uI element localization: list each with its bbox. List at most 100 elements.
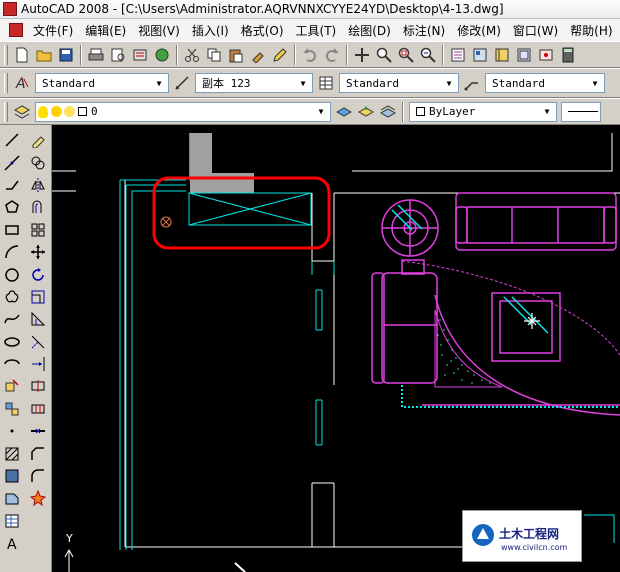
menu-insert[interactable]: 插入(I) xyxy=(186,22,235,39)
polyline-icon[interactable] xyxy=(2,174,22,196)
markup-set-icon[interactable] xyxy=(536,45,556,65)
gradient-icon[interactable] xyxy=(2,465,22,487)
ellipse-arc-icon[interactable] xyxy=(2,353,22,375)
explode-icon[interactable] xyxy=(28,487,48,509)
mirror-icon[interactable] xyxy=(28,174,48,196)
chevron-down-icon[interactable]: ▼ xyxy=(442,76,456,90)
move-icon[interactable] xyxy=(28,241,48,263)
insert-block-icon[interactable] xyxy=(2,375,22,397)
text-style-select[interactable]: Standard ▼ xyxy=(35,73,169,93)
block-editor-icon[interactable] xyxy=(270,45,290,65)
pan-icon[interactable] xyxy=(352,45,372,65)
sun-freeze-icon[interactable] xyxy=(51,106,62,117)
circle-icon[interactable] xyxy=(2,263,22,285)
layer-select[interactable]: 0 ▼ xyxy=(35,101,331,122)
menu-modify[interactable]: 修改(M) xyxy=(451,22,507,39)
break-icon[interactable] xyxy=(28,398,48,420)
menu-view[interactable]: 视图(V) xyxy=(132,22,186,39)
stretch-icon[interactable] xyxy=(28,308,48,330)
menu-file[interactable]: 文件(F) xyxy=(27,22,79,39)
toolbar-grip[interactable] xyxy=(4,44,8,65)
menu-help[interactable]: 帮助(H) xyxy=(564,22,618,39)
rotate-icon[interactable] xyxy=(28,263,48,285)
sheet-set-icon[interactable] xyxy=(514,45,534,65)
make-block-icon[interactable] xyxy=(2,398,22,420)
tool-palettes-icon[interactable] xyxy=(492,45,512,65)
menu-draw[interactable]: 绘图(D) xyxy=(342,22,397,39)
region-icon[interactable] xyxy=(2,487,22,509)
chamfer-icon[interactable] xyxy=(28,442,48,464)
menu-edit[interactable]: 编辑(E) xyxy=(79,22,132,39)
zoom-previous-icon[interactable] xyxy=(418,45,438,65)
toolbar-grip[interactable] xyxy=(4,101,8,122)
multileader-style-select[interactable]: Standard ▼ xyxy=(485,73,605,93)
break-at-point-icon[interactable] xyxy=(28,375,48,397)
lock-icon[interactable] xyxy=(64,106,75,117)
menu-window[interactable]: 窗口(W) xyxy=(507,22,564,39)
undo-icon[interactable] xyxy=(300,45,320,65)
line-icon[interactable] xyxy=(2,129,22,151)
zoom-window-icon[interactable] xyxy=(396,45,416,65)
table-style-icon[interactable] xyxy=(316,73,336,93)
layer-states-icon[interactable] xyxy=(378,102,398,122)
polygon-icon[interactable] xyxy=(2,196,22,218)
table-style-select[interactable]: Standard ▼ xyxy=(339,73,459,93)
linetype-control-select[interactable] xyxy=(561,101,601,122)
scale-icon[interactable] xyxy=(28,286,48,308)
plot-preview-icon[interactable] xyxy=(108,45,128,65)
drawing-canvas[interactable]: Y xyxy=(52,125,620,572)
save-icon[interactable] xyxy=(56,45,76,65)
ellipse-icon[interactable] xyxy=(2,331,22,353)
toolbar-grip[interactable] xyxy=(4,73,8,93)
color-control-select[interactable]: ByLayer ▼ xyxy=(409,101,557,122)
table-icon[interactable] xyxy=(2,510,22,532)
zoom-realtime-icon[interactable] xyxy=(374,45,394,65)
fillet-icon[interactable] xyxy=(28,465,48,487)
join-icon[interactable] xyxy=(28,420,48,442)
publish-icon[interactable] xyxy=(130,45,150,65)
layer-manager-icon[interactable] xyxy=(12,102,32,122)
properties-icon[interactable] xyxy=(448,45,468,65)
extend-icon[interactable] xyxy=(28,353,48,375)
menu-format[interactable]: 格式(O) xyxy=(235,22,290,39)
lightbulb-icon[interactable] xyxy=(38,105,48,118)
dimension-style-icon[interactable] xyxy=(172,73,192,93)
construction-line-icon[interactable] xyxy=(2,151,22,173)
new-file-icon[interactable] xyxy=(12,45,32,65)
array-icon[interactable] xyxy=(28,219,48,241)
dimension-style-select[interactable]: 副本 123 ▼ xyxy=(195,73,313,93)
paste-icon[interactable] xyxy=(226,45,246,65)
redo-icon[interactable] xyxy=(322,45,342,65)
point-icon[interactable] xyxy=(2,420,22,442)
rectangle-icon[interactable] xyxy=(2,219,22,241)
autocad-app-icon[interactable] xyxy=(3,2,17,16)
multileader-style-icon[interactable] xyxy=(462,73,482,93)
erase-icon[interactable] xyxy=(28,129,48,151)
revision-cloud-icon[interactable] xyxy=(2,286,22,308)
copy-icon[interactable] xyxy=(204,45,224,65)
copy-object-icon[interactable] xyxy=(28,151,48,173)
match-properties-icon[interactable] xyxy=(248,45,268,65)
arc-icon[interactable] xyxy=(2,241,22,263)
text-style-icon[interactable]: A xyxy=(12,73,32,93)
spline-icon[interactable] xyxy=(2,308,22,330)
chevron-down-icon[interactable]: ▼ xyxy=(540,105,554,119)
print-icon[interactable] xyxy=(86,45,106,65)
make-object-layer-current-icon[interactable] xyxy=(334,102,354,122)
offset-icon[interactable] xyxy=(28,196,48,218)
chevron-down-icon[interactable]: ▼ xyxy=(314,105,328,119)
chevron-down-icon[interactable]: ▼ xyxy=(152,76,166,90)
document-icon[interactable] xyxy=(9,23,23,37)
cut-icon[interactable] xyxy=(182,45,202,65)
menu-dimension[interactable]: 标注(N) xyxy=(397,22,451,39)
design-center-icon[interactable] xyxy=(470,45,490,65)
trim-icon[interactable] xyxy=(28,331,48,353)
hatch-icon[interactable] xyxy=(2,442,22,464)
chevron-down-icon[interactable]: ▼ xyxy=(296,76,310,90)
multiline-text-icon[interactable]: A xyxy=(2,532,22,554)
3d-dwf-icon[interactable] xyxy=(152,45,172,65)
chevron-down-icon[interactable]: ▼ xyxy=(588,76,602,90)
open-folder-icon[interactable] xyxy=(34,45,54,65)
calculator-icon[interactable] xyxy=(558,45,578,65)
layer-previous-icon[interactable] xyxy=(356,102,376,122)
